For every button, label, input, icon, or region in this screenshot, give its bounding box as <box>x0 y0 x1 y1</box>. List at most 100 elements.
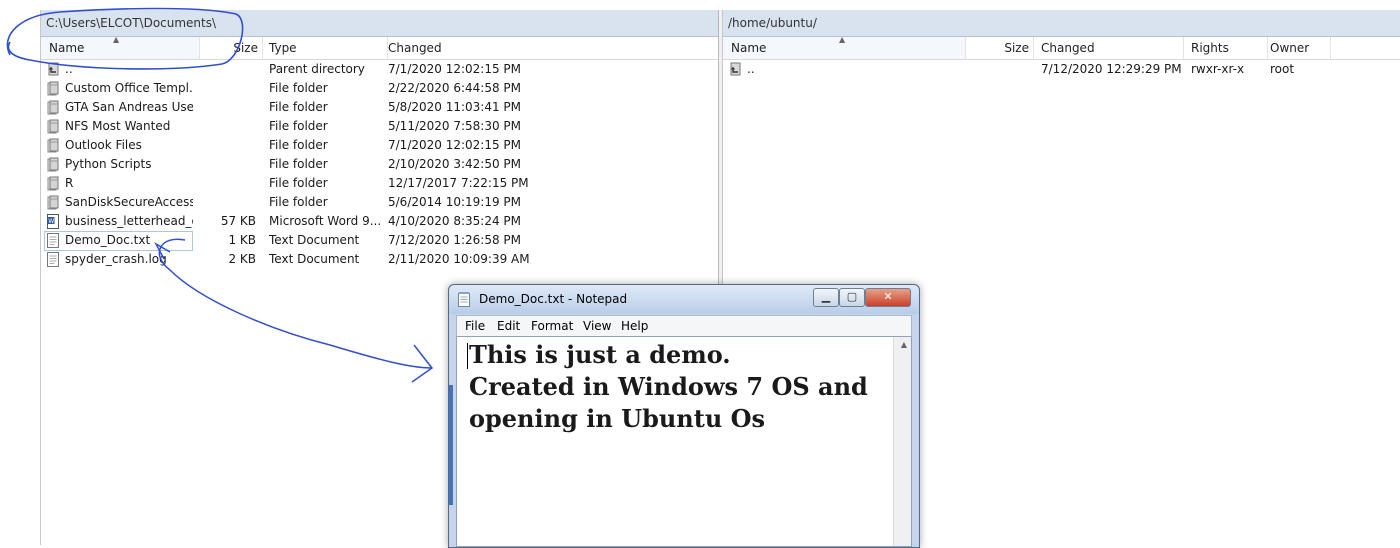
file-type: File folder <box>269 119 328 133</box>
file-size: 57 KB <box>220 214 256 228</box>
file-row[interactable]: R File folder 12/17/2017 7:22:15 PM <box>41 174 719 193</box>
text-line: This is just a demo. <box>469 340 731 369</box>
file-name: Outlook Files <box>65 138 142 152</box>
file-changed: 2/11/2020 10:09:39 AM <box>388 252 530 266</box>
file-row[interactable]: .. Parent directory 7/1/2020 12:02:15 PM <box>41 60 719 79</box>
sort-ascending-icon: ▲ <box>839 35 846 44</box>
text-file-icon <box>47 233 59 248</box>
file-type: File folder <box>269 138 328 152</box>
minimize-button[interactable]: ▁ <box>813 288 839 307</box>
window-edge-highlight <box>449 385 453 505</box>
folder-icon <box>47 176 59 191</box>
menu-edit[interactable]: Edit <box>497 316 520 336</box>
col-size[interactable]: Size <box>966 37 1034 59</box>
remote-path-text: /home/ubuntu/ <box>728 16 817 30</box>
notepad-title-bar[interactable]: Demo_Doc.txt - Notepad ▁ ▢ ✕ <box>449 285 919 314</box>
text-line: opening in Ubuntu Os <box>469 404 766 433</box>
file-owner: root <box>1270 62 1295 76</box>
parent-dir-icon <box>47 62 59 77</box>
file-row[interactable]: Demo_Doc.txt 1 KB Text Document 7/12/2020 1… <box>41 231 719 251</box>
notepad-app-icon[interactable] <box>458 292 470 307</box>
text-file-icon <box>47 252 59 267</box>
file-name: Demo_Doc.txt <box>65 233 151 247</box>
folder-icon <box>47 100 59 115</box>
file-row[interactable]: spyder_crash.log 2 KB Text Document 2/11/20… <box>41 250 719 269</box>
close-button[interactable]: ✕ <box>865 288 911 307</box>
file-size <box>200 117 256 136</box>
file-row[interactable]: SanDiskSecureAccess ... File folder 5/6/20… <box>41 193 719 212</box>
file-row[interactable]: Outlook Files File folder 7/1/2020 12:02:1… <box>41 136 719 155</box>
file-type: Text Document <box>269 252 360 266</box>
file-size: 2 KB <box>228 252 256 266</box>
file-type: File folder <box>269 157 328 171</box>
file-name: GTA San Andreas Use... <box>65 100 193 114</box>
menu-view[interactable]: View <box>583 316 611 336</box>
file-type: Text Document <box>269 233 360 247</box>
file-changed: 2/22/2020 6:44:58 PM <box>388 81 522 95</box>
file-size <box>200 60 256 79</box>
file-changed: 4/10/2020 8:35:24 PM <box>388 214 522 228</box>
file-changed: 7/12/2020 12:29:29 PM <box>1041 62 1181 76</box>
local-path-text: C:\Users\ELCOT\Documents\ <box>46 16 217 30</box>
svg-text:W: W <box>48 218 54 225</box>
file-row[interactable]: GTA San Andreas Use... File folder 5/8/202… <box>41 98 719 117</box>
folder-icon <box>47 81 59 96</box>
folder-icon <box>47 195 59 210</box>
notepad-window[interactable]: Demo_Doc.txt - Notepad ▁ ▢ ✕ File Edit F… <box>448 284 920 548</box>
remote-file-list: .. 7/12/2020 12:29:29 PM rwxr-xr-x root <box>723 60 1400 79</box>
menu-file[interactable]: File <box>465 316 485 336</box>
file-type: File folder <box>269 176 328 190</box>
notepad-title: Demo_Doc.txt - Notepad <box>479 292 628 306</box>
local-column-header: Name ▲ Size Type Changed <box>41 35 719 60</box>
file-changed: 2/10/2020 3:42:50 PM <box>388 157 522 171</box>
vertical-scrollbar[interactable]: ▲ <box>893 337 911 546</box>
file-changed: 5/6/2014 10:19:19 PM <box>388 195 522 209</box>
sort-ascending-icon: ▲ <box>113 35 120 44</box>
notepad-text-area[interactable]: This is just a demo. Created in Windows … <box>456 336 912 547</box>
col-rights[interactable]: Rights <box>1184 37 1268 59</box>
menu-help[interactable]: Help <box>621 316 648 336</box>
col-name[interactable]: Name ▲ <box>41 35 200 59</box>
file-name: NFS Most Wanted <box>65 119 171 133</box>
col-name[interactable]: Name ▲ <box>723 35 966 59</box>
file-changed: 7/12/2020 1:26:58 PM <box>388 233 522 247</box>
file-row[interactable]: Wbusiness_letterhead_g... 57 KB Microsoft … <box>41 212 719 231</box>
file-size: 1 KB <box>228 233 256 247</box>
file-changed: 7/1/2020 12:02:15 PM <box>388 62 522 76</box>
file-type: Microsoft Word 9... <box>269 214 381 228</box>
document-text: This is just a demo. Created in Windows … <box>469 339 899 435</box>
file-size <box>200 79 256 98</box>
local-path-bar[interactable]: C:\Users\ELCOT\Documents\ <box>41 10 719 37</box>
file-row[interactable]: NFS Most Wanted File folder 5/11/2020 7:58… <box>41 117 719 136</box>
maximize-button[interactable]: ▢ <box>839 288 865 307</box>
file-type: File folder <box>269 195 328 209</box>
file-name: .. <box>747 62 755 76</box>
local-file-list: .. Parent directory 7/1/2020 12:02:15 PM Cu… <box>41 60 719 269</box>
file-name: R <box>65 176 74 190</box>
file-name: business_letterhead_g... <box>65 214 193 228</box>
col-size[interactable]: Size <box>200 37 263 59</box>
col-type[interactable]: Type <box>264 37 388 59</box>
file-row[interactable]: Python Scripts File folder 2/10/2020 3:42:… <box>41 155 719 174</box>
file-rights: rwxr-xr-x <box>1191 62 1245 76</box>
file-changed: 12/17/2017 7:22:15 PM <box>388 176 529 190</box>
remote-path-bar[interactable]: /home/ubuntu/ <box>723 10 1400 37</box>
file-name: Custom Office Templ... <box>65 81 193 95</box>
text-caret <box>467 343 468 369</box>
file-size <box>200 98 256 117</box>
menu-format[interactable]: Format <box>531 316 573 336</box>
col-owner[interactable]: Owner <box>1268 37 1331 59</box>
file-size <box>200 193 256 212</box>
file-size <box>200 155 256 174</box>
file-size <box>200 136 256 155</box>
notepad-menu-bar: File Edit Format View Help <box>456 315 912 337</box>
file-changed: 7/1/2020 12:02:15 PM <box>388 138 522 152</box>
file-row[interactable]: Custom Office Templ... File folder 2/22/20… <box>41 79 719 98</box>
col-changed[interactable]: Changed <box>1034 37 1184 59</box>
file-row[interactable]: .. 7/12/2020 12:29:29 PM rwxr-xr-x root <box>723 60 1400 79</box>
word-doc-icon: W <box>47 214 59 229</box>
file-type: File folder <box>269 100 328 114</box>
file-name: spyder_crash.log <box>65 252 167 266</box>
col-changed[interactable]: Changed <box>383 37 588 59</box>
scroll-up-icon[interactable]: ▲ <box>901 340 907 349</box>
